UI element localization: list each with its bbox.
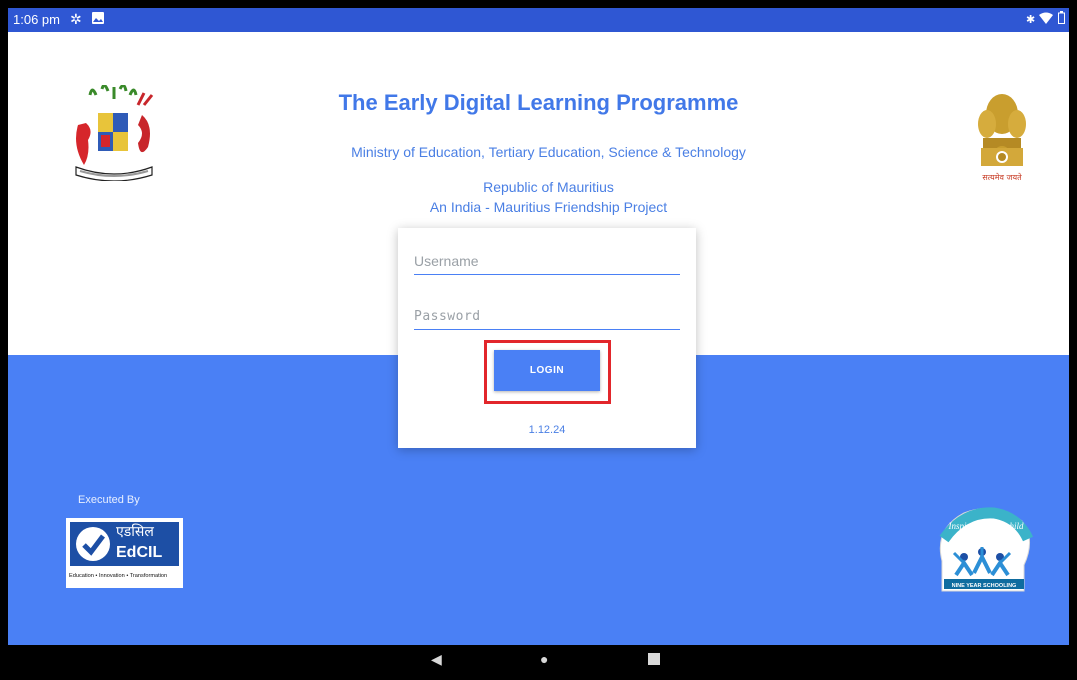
status-time: 1:06 pm <box>13 12 60 27</box>
executed-by-label: Executed By <box>78 494 140 506</box>
bluetooth-icon: ✱ <box>1026 14 1036 26</box>
nys-motto: Inspiring every child <box>948 521 1024 531</box>
image-icon <box>92 11 104 27</box>
country-subtitle: Republic of Mauritius <box>483 179 614 195</box>
edcil-emblem-icon <box>76 527 110 561</box>
nine-year-schooling-logo: NINE YEAR SCHOOLING Inspiring every chil… <box>924 499 1040 599</box>
edcil-name: EdCIL <box>116 544 163 561</box>
page-title: The Early Digital Learning Programme <box>338 90 739 115</box>
edcil-logo: एडसिल EdCIL Education • Innovation • Tra… <box>66 518 183 588</box>
login-screen: सत्यमेव जयते The Early Digital Learning … <box>8 32 1069 645</box>
nys-label: NINE YEAR SCHOOLING <box>952 583 1017 589</box>
password-input[interactable] <box>414 303 680 330</box>
back-icon[interactable]: ◀ <box>431 650 442 668</box>
home-icon[interactable]: ● <box>540 650 548 668</box>
edcil-hindi-name: एडसिल <box>116 524 154 540</box>
wifi-icon <box>1039 11 1053 27</box>
login-button[interactable]: LOGIN <box>494 350 600 391</box>
username-input[interactable] <box>414 248 680 275</box>
settings-icon: ✲ <box>70 11 82 27</box>
edcil-tagline: Education • Innovation • Transformation <box>69 573 168 579</box>
project-subtitle: An India - Mauritius Friendship Project <box>429 199 668 215</box>
ministry-subtitle: Ministry of Education, Tertiary Educatio… <box>351 144 746 160</box>
battery-icon <box>1058 11 1065 27</box>
recents-icon[interactable] <box>648 651 660 669</box>
login-card: LOGIN 1.12.24 <box>398 228 696 448</box>
app-version: 1.12.24 <box>528 424 566 436</box>
status-bar: 1:06 pm ✲ ✱ <box>8 8 1069 32</box>
system-nav-bar: ◀ ● <box>8 645 1069 672</box>
